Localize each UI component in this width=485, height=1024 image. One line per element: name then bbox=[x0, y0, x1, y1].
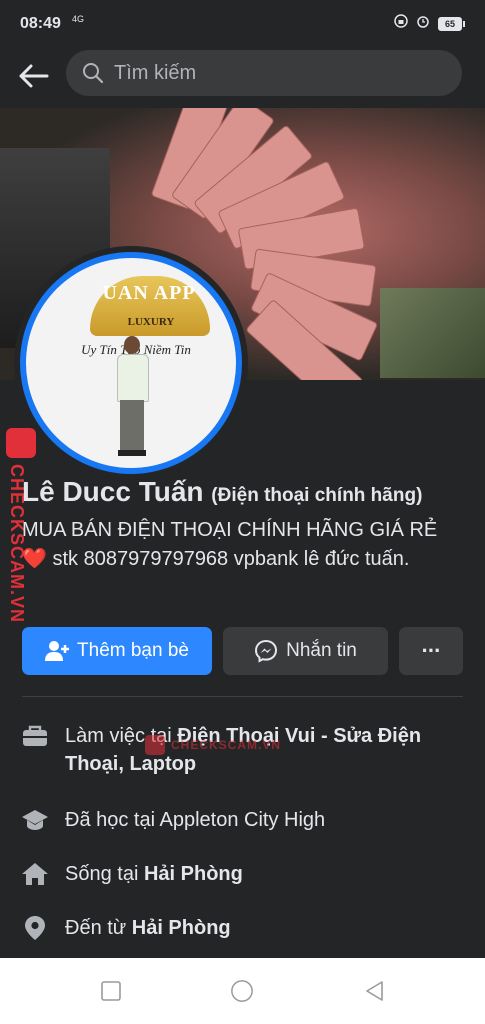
bio-text-2: stk 8087979797968 vpbank lê đức tuấn. bbox=[52, 548, 410, 570]
battery-icon: 65 bbox=[438, 16, 465, 31]
battery-level: 65 bbox=[438, 16, 462, 31]
network-indicator: 4G bbox=[72, 14, 85, 24]
live-place[interactable]: Hải Phòng bbox=[144, 863, 243, 885]
square-nav-icon bbox=[101, 981, 121, 1001]
heart-icon: ❤️ bbox=[22, 548, 47, 570]
recent-apps-button[interactable] bbox=[99, 979, 123, 1003]
briefcase-icon bbox=[22, 723, 48, 749]
alarm-icon bbox=[416, 14, 430, 33]
status-icons: 65 bbox=[394, 14, 465, 33]
divider bbox=[22, 696, 463, 697]
from-info[interactable]: Đến từ Hải Phòng bbox=[22, 914, 463, 942]
watermark-lock-icon bbox=[6, 428, 36, 458]
bio-text-1: MUA BÁN ĐIỆN THOẠI CHÍNH HÃNG GIÁ RẺ bbox=[22, 519, 438, 541]
profile-name-suffix: (Điện thoại chính hãng) bbox=[211, 485, 423, 506]
shop-logo-text: UAN APP bbox=[102, 282, 196, 304]
top-bar: Tìm kiếm bbox=[0, 46, 485, 108]
back-button[interactable] bbox=[14, 56, 54, 96]
message-label: Nhắn tin bbox=[286, 640, 357, 661]
graduation-cap-icon bbox=[22, 807, 48, 833]
more-options-button[interactable]: ··· bbox=[399, 627, 463, 675]
triangle-nav-icon bbox=[366, 981, 383, 1001]
status-time: 08:49 bbox=[20, 15, 61, 32]
study-info[interactable]: Đã học tại Appleton City High bbox=[22, 806, 463, 834]
search-placeholder: Tìm kiếm bbox=[114, 61, 197, 84]
add-friend-icon bbox=[45, 639, 70, 663]
lock-rotation-icon bbox=[394, 14, 408, 33]
location-pin-icon bbox=[22, 915, 48, 941]
status-bar: 08:49 4G 65 bbox=[0, 0, 485, 46]
add-friend-button[interactable]: Thêm bạn bè bbox=[22, 627, 212, 675]
watermark-center: CHECKSCAM.VN bbox=[145, 735, 281, 755]
message-button[interactable]: Nhắn tin bbox=[223, 627, 388, 675]
from-text: Đến từ Hải Phòng bbox=[65, 917, 231, 939]
profile-name-text: Lê Ducc Tuấn bbox=[22, 476, 204, 507]
home-icon bbox=[22, 861, 48, 887]
system-nav-bar bbox=[0, 958, 485, 1024]
search-bar[interactable]: Tìm kiếm bbox=[66, 50, 462, 96]
live-text: Sống tại Hải Phòng bbox=[65, 863, 243, 885]
home-nav-button[interactable] bbox=[230, 979, 254, 1003]
back-nav-button[interactable] bbox=[363, 979, 387, 1003]
messenger-icon bbox=[254, 639, 278, 663]
profile-picture[interactable]: UAN APP LUXURY Uy Tín Tạo Niềm Tin bbox=[14, 246, 248, 480]
add-friend-label: Thêm bạn bè bbox=[77, 640, 189, 661]
watermark-center-text: CHECKSCAM.VN bbox=[171, 738, 282, 752]
study-text: Đã học tại Appleton City High bbox=[65, 809, 326, 831]
back-arrow-icon bbox=[19, 64, 49, 88]
watermark-center-lock-icon bbox=[145, 735, 165, 755]
live-info[interactable]: Sống tại Hải Phòng bbox=[22, 860, 463, 888]
search-icon bbox=[82, 62, 104, 84]
shop-logo-subtext: LUXURY bbox=[127, 316, 175, 328]
more-icon: ··· bbox=[421, 638, 442, 663]
action-buttons: Thêm bạn bè Nhắn tin ··· bbox=[22, 627, 463, 675]
circle-nav-icon bbox=[231, 980, 253, 1002]
from-place[interactable]: Hải Phòng bbox=[132, 917, 231, 939]
profile-name: Lê Ducc Tuấn (Điện thoại chính hãng) bbox=[22, 476, 422, 508]
profile-bio: MUA BÁN ĐIỆN THOẠI CHÍNH HÃNG GIÁ RẺ ❤️ … bbox=[22, 516, 462, 574]
